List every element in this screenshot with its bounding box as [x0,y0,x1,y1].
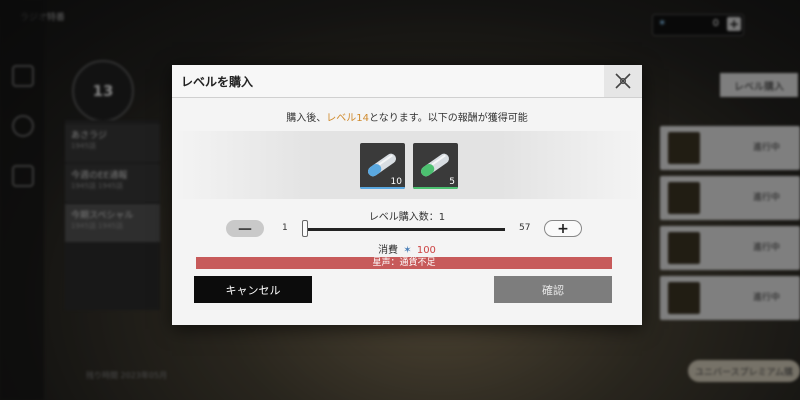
cost-label: 消費 [378,245,399,256]
notice-suffix: となります。以下の報酬が獲得可能 [369,113,528,124]
item-quantity: 10 [390,177,402,187]
cost-value: 100 [416,245,436,256]
notice-level: レベル14 [326,113,370,124]
purchase-notice: 購入後、レベル14となります。以下の報酬が獲得可能 [172,109,642,124]
dialog-header: レベルを購入 [172,65,642,98]
rarity-bar [413,187,458,189]
decrease-button[interactable]: — [226,220,264,237]
slider-min: 1 [282,223,288,233]
confirm-button[interactable]: 確認 [494,276,612,303]
cancel-button[interactable]: キャンセル [194,276,312,303]
notice-prefix: 購入後、 [286,113,327,124]
quantity-slider-thumb[interactable] [302,220,308,237]
cost-line: 消費 ✶ 100 [172,241,642,256]
close-button[interactable] [604,65,642,97]
quantity-slider-track[interactable] [305,228,505,231]
reward-band [172,131,642,199]
rarity-bar [360,187,405,189]
increase-button[interactable]: + [544,220,582,237]
reward-item[interactable]: 5 [413,143,458,189]
insufficient-currency-warning: 星声：通貨不足 [196,257,612,269]
buy-level-dialog: レベルを購入 購入後、レベル14となります。以下の報酬が獲得可能 10 5 レベ… [172,65,642,325]
slider-max: 57 [519,223,531,233]
close-icon [615,73,631,89]
dialog-title: レベルを購入 [181,75,254,89]
reward-item[interactable]: 10 [360,143,405,189]
item-quantity: 5 [449,177,455,187]
star-currency-icon: ✶ [403,245,412,256]
